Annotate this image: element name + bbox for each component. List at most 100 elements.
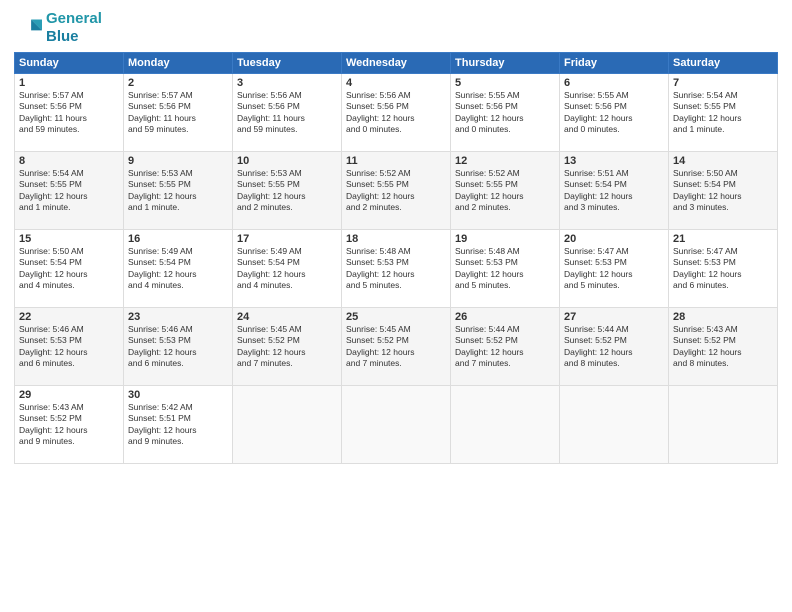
day-number: 15 — [19, 233, 119, 245]
calendar-cell — [233, 386, 342, 464]
day-number: 8 — [19, 155, 119, 167]
logo-text: General Blue — [46, 10, 102, 46]
calendar-cell: 29Sunrise: 5:43 AM Sunset: 5:52 PM Dayli… — [15, 386, 124, 464]
calendar-cell: 23Sunrise: 5:46 AM Sunset: 5:53 PM Dayli… — [124, 308, 233, 386]
day-number: 4 — [346, 77, 446, 89]
calendar-cell: 28Sunrise: 5:43 AM Sunset: 5:52 PM Dayli… — [669, 308, 778, 386]
day-info: Sunrise: 5:54 AM Sunset: 5:55 PM Dayligh… — [673, 90, 773, 136]
day-info: Sunrise: 5:55 AM Sunset: 5:56 PM Dayligh… — [455, 90, 555, 136]
day-number: 29 — [19, 389, 119, 401]
calendar-cell: 17Sunrise: 5:49 AM Sunset: 5:54 PM Dayli… — [233, 230, 342, 308]
day-info: Sunrise: 5:49 AM Sunset: 5:54 PM Dayligh… — [237, 246, 337, 292]
calendar-cell — [342, 386, 451, 464]
day-info: Sunrise: 5:53 AM Sunset: 5:55 PM Dayligh… — [237, 168, 337, 214]
calendar-cell: 27Sunrise: 5:44 AM Sunset: 5:52 PM Dayli… — [560, 308, 669, 386]
calendar-cell: 9Sunrise: 5:53 AM Sunset: 5:55 PM Daylig… — [124, 152, 233, 230]
calendar-cell: 13Sunrise: 5:51 AM Sunset: 5:54 PM Dayli… — [560, 152, 669, 230]
day-number: 7 — [673, 77, 773, 89]
calendar-cell: 20Sunrise: 5:47 AM Sunset: 5:53 PM Dayli… — [560, 230, 669, 308]
day-info: Sunrise: 5:57 AM Sunset: 5:56 PM Dayligh… — [128, 90, 228, 136]
day-number: 3 — [237, 77, 337, 89]
day-number: 11 — [346, 155, 446, 167]
day-number: 5 — [455, 77, 555, 89]
day-info: Sunrise: 5:45 AM Sunset: 5:52 PM Dayligh… — [346, 324, 446, 370]
day-info: Sunrise: 5:47 AM Sunset: 5:53 PM Dayligh… — [564, 246, 664, 292]
day-info: Sunrise: 5:57 AM Sunset: 5:56 PM Dayligh… — [19, 90, 119, 136]
calendar-cell: 26Sunrise: 5:44 AM Sunset: 5:52 PM Dayli… — [451, 308, 560, 386]
calendar-cell: 25Sunrise: 5:45 AM Sunset: 5:52 PM Dayli… — [342, 308, 451, 386]
calendar-cell — [669, 386, 778, 464]
day-info: Sunrise: 5:52 AM Sunset: 5:55 PM Dayligh… — [346, 168, 446, 214]
calendar-cell: 16Sunrise: 5:49 AM Sunset: 5:54 PM Dayli… — [124, 230, 233, 308]
day-number: 16 — [128, 233, 228, 245]
calendar-cell — [451, 386, 560, 464]
calendar-cell: 18Sunrise: 5:48 AM Sunset: 5:53 PM Dayli… — [342, 230, 451, 308]
col-header-friday: Friday — [560, 53, 669, 74]
col-header-tuesday: Tuesday — [233, 53, 342, 74]
day-number: 14 — [673, 155, 773, 167]
calendar-cell: 10Sunrise: 5:53 AM Sunset: 5:55 PM Dayli… — [233, 152, 342, 230]
day-number: 2 — [128, 77, 228, 89]
day-info: Sunrise: 5:56 AM Sunset: 5:56 PM Dayligh… — [237, 90, 337, 136]
day-number: 30 — [128, 389, 228, 401]
calendar-cell: 14Sunrise: 5:50 AM Sunset: 5:54 PM Dayli… — [669, 152, 778, 230]
day-info: Sunrise: 5:44 AM Sunset: 5:52 PM Dayligh… — [564, 324, 664, 370]
day-info: Sunrise: 5:52 AM Sunset: 5:55 PM Dayligh… — [455, 168, 555, 214]
day-info: Sunrise: 5:45 AM Sunset: 5:52 PM Dayligh… — [237, 324, 337, 370]
day-info: Sunrise: 5:43 AM Sunset: 5:52 PM Dayligh… — [19, 402, 119, 448]
day-info: Sunrise: 5:50 AM Sunset: 5:54 PM Dayligh… — [19, 246, 119, 292]
day-info: Sunrise: 5:48 AM Sunset: 5:53 PM Dayligh… — [346, 246, 446, 292]
day-number: 6 — [564, 77, 664, 89]
calendar-header: SundayMondayTuesdayWednesdayThursdayFrid… — [15, 53, 778, 74]
calendar-cell: 8Sunrise: 5:54 AM Sunset: 5:55 PM Daylig… — [15, 152, 124, 230]
calendar-cell: 1Sunrise: 5:57 AM Sunset: 5:56 PM Daylig… — [15, 74, 124, 152]
day-info: Sunrise: 5:56 AM Sunset: 5:56 PM Dayligh… — [346, 90, 446, 136]
page-header: General Blue — [14, 10, 778, 46]
day-info: Sunrise: 5:46 AM Sunset: 5:53 PM Dayligh… — [19, 324, 119, 370]
calendar-cell — [560, 386, 669, 464]
calendar-cell: 22Sunrise: 5:46 AM Sunset: 5:53 PM Dayli… — [15, 308, 124, 386]
day-number: 23 — [128, 311, 228, 323]
day-info: Sunrise: 5:51 AM Sunset: 5:54 PM Dayligh… — [564, 168, 664, 214]
day-info: Sunrise: 5:48 AM Sunset: 5:53 PM Dayligh… — [455, 246, 555, 292]
calendar-cell: 24Sunrise: 5:45 AM Sunset: 5:52 PM Dayli… — [233, 308, 342, 386]
calendar-cell: 6Sunrise: 5:55 AM Sunset: 5:56 PM Daylig… — [560, 74, 669, 152]
day-number: 24 — [237, 311, 337, 323]
day-info: Sunrise: 5:42 AM Sunset: 5:51 PM Dayligh… — [128, 402, 228, 448]
day-number: 1 — [19, 77, 119, 89]
week-row-5: 29Sunrise: 5:43 AM Sunset: 5:52 PM Dayli… — [15, 386, 778, 464]
day-number: 28 — [673, 311, 773, 323]
day-number: 22 — [19, 311, 119, 323]
logo: General Blue — [14, 10, 102, 46]
week-row-3: 15Sunrise: 5:50 AM Sunset: 5:54 PM Dayli… — [15, 230, 778, 308]
calendar-cell: 4Sunrise: 5:56 AM Sunset: 5:56 PM Daylig… — [342, 74, 451, 152]
calendar-cell: 5Sunrise: 5:55 AM Sunset: 5:56 PM Daylig… — [451, 74, 560, 152]
week-row-2: 8Sunrise: 5:54 AM Sunset: 5:55 PM Daylig… — [15, 152, 778, 230]
calendar-table: SundayMondayTuesdayWednesdayThursdayFrid… — [14, 52, 778, 464]
day-number: 21 — [673, 233, 773, 245]
day-info: Sunrise: 5:50 AM Sunset: 5:54 PM Dayligh… — [673, 168, 773, 214]
col-header-thursday: Thursday — [451, 53, 560, 74]
day-number: 25 — [346, 311, 446, 323]
day-number: 13 — [564, 155, 664, 167]
day-info: Sunrise: 5:49 AM Sunset: 5:54 PM Dayligh… — [128, 246, 228, 292]
day-number: 19 — [455, 233, 555, 245]
day-info: Sunrise: 5:54 AM Sunset: 5:55 PM Dayligh… — [19, 168, 119, 214]
day-number: 17 — [237, 233, 337, 245]
day-number: 12 — [455, 155, 555, 167]
col-header-monday: Monday — [124, 53, 233, 74]
day-info: Sunrise: 5:47 AM Sunset: 5:53 PM Dayligh… — [673, 246, 773, 292]
calendar-cell: 21Sunrise: 5:47 AM Sunset: 5:53 PM Dayli… — [669, 230, 778, 308]
calendar-cell: 11Sunrise: 5:52 AM Sunset: 5:55 PM Dayli… — [342, 152, 451, 230]
day-number: 18 — [346, 233, 446, 245]
day-number: 20 — [564, 233, 664, 245]
day-number: 10 — [237, 155, 337, 167]
calendar-cell: 2Sunrise: 5:57 AM Sunset: 5:56 PM Daylig… — [124, 74, 233, 152]
day-info: Sunrise: 5:53 AM Sunset: 5:55 PM Dayligh… — [128, 168, 228, 214]
calendar-cell: 15Sunrise: 5:50 AM Sunset: 5:54 PM Dayli… — [15, 230, 124, 308]
day-info: Sunrise: 5:46 AM Sunset: 5:53 PM Dayligh… — [128, 324, 228, 370]
day-number: 27 — [564, 311, 664, 323]
calendar-cell: 12Sunrise: 5:52 AM Sunset: 5:55 PM Dayli… — [451, 152, 560, 230]
day-info: Sunrise: 5:55 AM Sunset: 5:56 PM Dayligh… — [564, 90, 664, 136]
week-row-4: 22Sunrise: 5:46 AM Sunset: 5:53 PM Dayli… — [15, 308, 778, 386]
